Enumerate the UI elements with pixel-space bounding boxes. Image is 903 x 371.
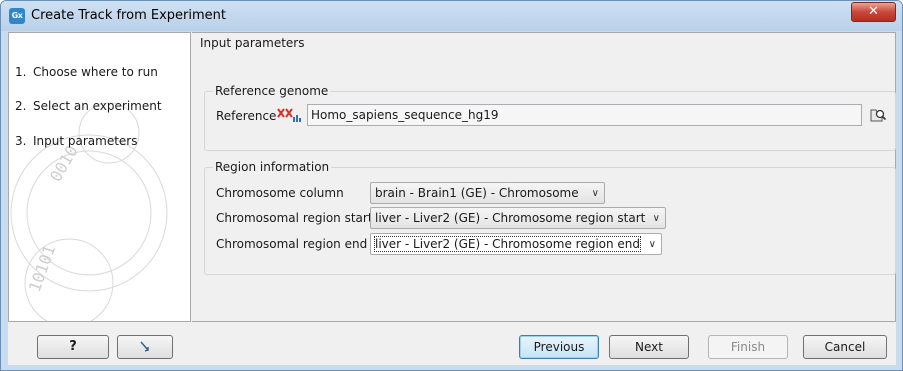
step-number: 1. [15,65,27,79]
sequence-icon [277,108,301,122]
step-label: Choose where to run [33,65,158,79]
input-parameters-panel: Input parameters Reference genome Refere… [192,32,896,322]
chevron-down-icon: ∨ [591,188,599,199]
region-information-group-label: Region information [213,160,332,174]
svg-text:10101: 10101 [25,243,59,295]
region-start-value: liver - Liver2 (GE) - Chromosome region … [375,211,646,225]
step-label: Select an experiment [33,99,162,113]
chromosome-column-label: Chromosome column [216,186,344,200]
reference-field[interactable]: Homo_sapiens_sequence_hg19 [307,104,862,126]
panel-title: Input parameters [200,36,305,50]
reset-arrow-icon [140,341,150,352]
region-start-select[interactable]: liver - Liver2 (GE) - Chromosome region … [370,207,666,229]
step-number: 3. [15,134,27,148]
window-title: Create Track from Experiment [31,8,226,23]
next-button[interactable]: Next [609,335,689,359]
app-logo-icon: Gx [9,8,25,24]
button-bar: ? Previous Next Finish Cancel [8,329,896,365]
reset-button[interactable] [117,335,173,359]
wizard-steps-panel: 0010 10101 1. Choose where to run 2. Selec… [8,32,191,322]
previous-button[interactable]: Previous [519,335,599,359]
close-button[interactable]: ✕ [851,2,896,22]
finish-button[interactable]: Finish [708,335,788,359]
chromosome-column-select[interactable]: brain - Brain1 (GE) - Chromosome ∨ [370,182,605,204]
step-item-select-experiment[interactable]: 2. Select an experiment [15,99,190,113]
dialog-body: 0010 10101 1. Choose where to run 2. Selec… [8,32,896,365]
step-item-choose-where[interactable]: 1. Choose where to run [15,65,190,79]
chromosome-column-value: brain - Brain1 (GE) - Chromosome [375,186,579,200]
region-start-label: Chromosomal region start [216,211,373,225]
region-end-value: liver - Liver2 (GE) - Chromosome region … [373,236,642,252]
browse-folder-icon[interactable] [869,106,887,124]
help-button[interactable]: ? [37,335,109,359]
cancel-button[interactable]: Cancel [803,335,887,359]
step-number: 2. [15,99,27,113]
step-item-input-parameters[interactable]: 3. Input parameters [15,134,190,148]
region-end-label: Chromosomal region end [216,237,368,251]
chevron-down-icon: ∨ [648,239,656,250]
reference-label: Reference [216,109,277,123]
title-bar[interactable]: Gx Create Track from Experiment ✕ [1,1,902,31]
step-label: Input parameters [33,134,138,148]
region-end-select[interactable]: liver - Liver2 (GE) - Chromosome region … [370,233,662,255]
chevron-down-icon: ∨ [652,213,660,224]
watermark-logo-icon: 0010 10101 [10,102,168,321]
reference-genome-group-label: Reference genome [213,84,331,98]
dialog-window: Gx Create Track from Experiment ✕ 0010 1… [0,0,903,371]
